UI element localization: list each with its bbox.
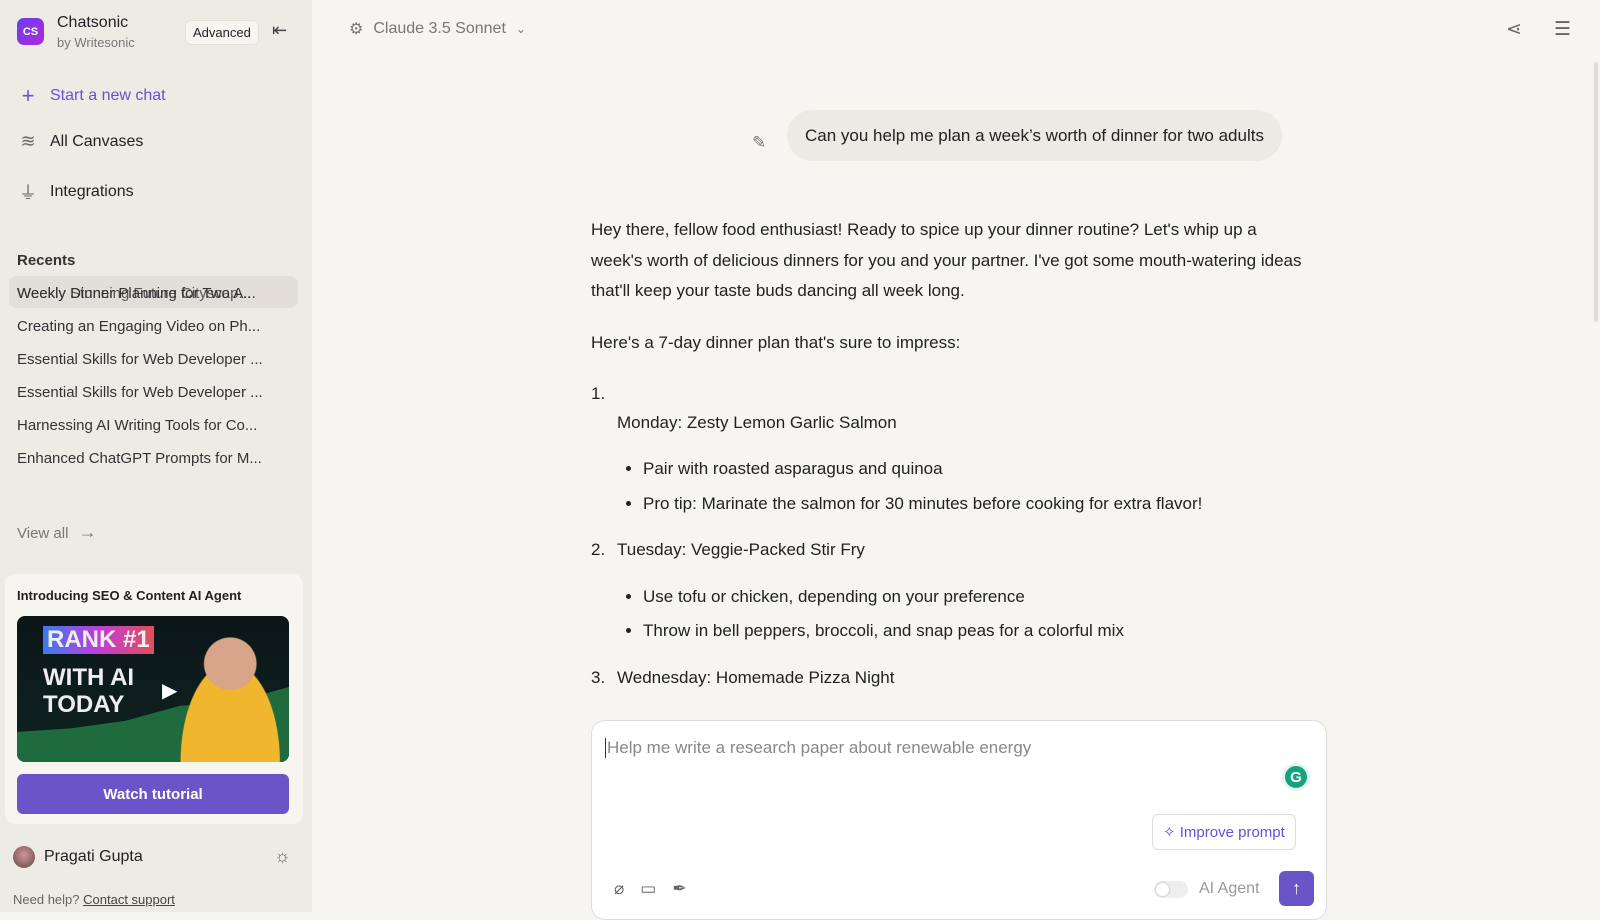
view-all-label: View all [17,525,69,542]
play-icon[interactable]: ▶ [162,678,177,703]
send-button[interactable]: ↑ [1279,871,1314,906]
brand-subtitle: by Writesonic [57,35,135,50]
nav-label: All Canvases [50,132,144,150]
user-name: Pragati Gupta [44,848,143,865]
avatar [13,846,35,868]
recent-chat[interactable]: Harnessing AI Writing Tools for Co... [17,417,282,434]
tutorial-video-thumbnail[interactable]: RANK #1 WITH AI TODAY ▶ [17,616,289,762]
prompt-input[interactable]: Help me write a research paper about ren… [605,738,1031,758]
model-name: Claude 3.5 Sonnet [373,20,506,37]
improve-prompt-button[interactable]: ✧ Improve prompt [1152,814,1296,850]
response-intro: Hey there, fellow food enthusiast! Ready… [591,220,1302,300]
nav-label: Integrations [50,183,134,200]
list-item: 3. Wednesday: Homemade Pizza Night [591,667,895,687]
model-selector[interactable]: ⚙ Claude 3.5 Sonnet ⌄ [349,19,526,39]
share-icon[interactable]: ⋖ [1506,18,1522,41]
plug-icon: ⏚ [19,183,37,203]
folder-icon[interactable]: ▭ [640,879,656,899]
nav-all-canvases[interactable]: ≋ All Canvases [18,131,143,152]
nav-integrations[interactable]: ⏚ Integrations [18,179,134,205]
arrow-right-icon: → [78,522,97,542]
bullet: Use tofu or chicken, depending on your p… [643,580,1311,615]
recent-chat[interactable]: Essential Skills for Web Developer ... [17,384,282,401]
list-item: Monday: Zesty Lemon Garlic Salmon [617,412,897,432]
nav-label: Start a new chat [50,87,166,104]
promo-title: Introducing SEO & Content AI Agent [17,588,242,603]
plan-badge[interactable]: Advanced [185,20,259,45]
contact-support-link[interactable]: Contact support [83,892,175,907]
assistant-response: Hey there, fellow food enthusiast! Ready… [591,215,1311,693]
user-message: Can you help me plan a week’s worth of d… [787,110,1282,161]
feather-icon[interactable]: ✒ [672,879,686,899]
sidebar: CS Chatsonic by Writesonic Advanced ⇤ + S… [0,0,312,912]
sparkle-icon: ✧ [1163,824,1176,841]
chat-composer[interactable]: Help me write a research paper about ren… [591,720,1327,920]
promo-card: Introducing SEO & Content AI Agent RANK … [5,574,303,824]
chip-icon: ⚙ [349,21,364,38]
bullet: Throw in bell peppers, broccoli, and sna… [643,614,1311,649]
user-profile[interactable]: Pragati Gupta [13,846,143,868]
paperclip-icon[interactable]: ⌀ [614,879,624,899]
presenter-image [167,636,282,762]
bullet: Pair with roasted asparagus and quinoa [643,452,1311,487]
pencil-edit-icon[interactable]: ✎ [752,133,766,153]
new-chat-button[interactable]: + Start a new chat [18,83,166,109]
thumb-text: RANK #1 [43,626,154,654]
recent-chat[interactable]: Enhanced ChatGPT Prompts for M... [17,450,282,467]
grammarly-icon[interactable]: G [1282,763,1310,791]
watch-tutorial-button[interactable]: Watch tutorial [17,774,289,814]
recent-chat[interactable]: Weekly Stunning Future Cityscap... [17,285,282,302]
recent-chat[interactable]: Creating an Engaging Video on Ph... [17,318,282,335]
help-text: Need help? Contact support [13,892,175,907]
brand-name: Chatsonic [57,14,129,31]
plus-icon: + [21,83,35,108]
recents-heading: Recents [17,252,76,269]
response-lead: Here's a 7-day dinner plan that's sure t… [591,332,961,352]
layers-icon: ≋ [20,131,36,151]
scrollbar[interactable] [1594,62,1598,322]
settings-sliders-icon[interactable]: ☰ [1554,18,1571,41]
arrow-up-icon: ↑ [1292,878,1301,898]
chevron-down-icon: ⌄ [515,22,526,36]
ai-agent-label: AI Agent [1199,880,1260,897]
list-item: 1. [591,384,606,403]
recent-chat[interactable]: Essential Skills for Web Developer ... [17,351,282,368]
collapse-sidebar-icon[interactable]: ⇤ [272,20,287,41]
list-item: 2. Tuesday: Veggie-Packed Stir Fry [591,540,865,559]
ai-agent-toggle[interactable] [1154,881,1188,898]
sun-theme-icon[interactable]: ☼ [274,846,291,867]
chatsonic-logo: CS [17,18,44,45]
view-all-link[interactable]: View all → [17,522,97,543]
thumb-text: WITH AI TODAY [43,664,135,718]
bullet: Pro tip: Marinate the salmon for 30 minu… [643,487,1311,522]
